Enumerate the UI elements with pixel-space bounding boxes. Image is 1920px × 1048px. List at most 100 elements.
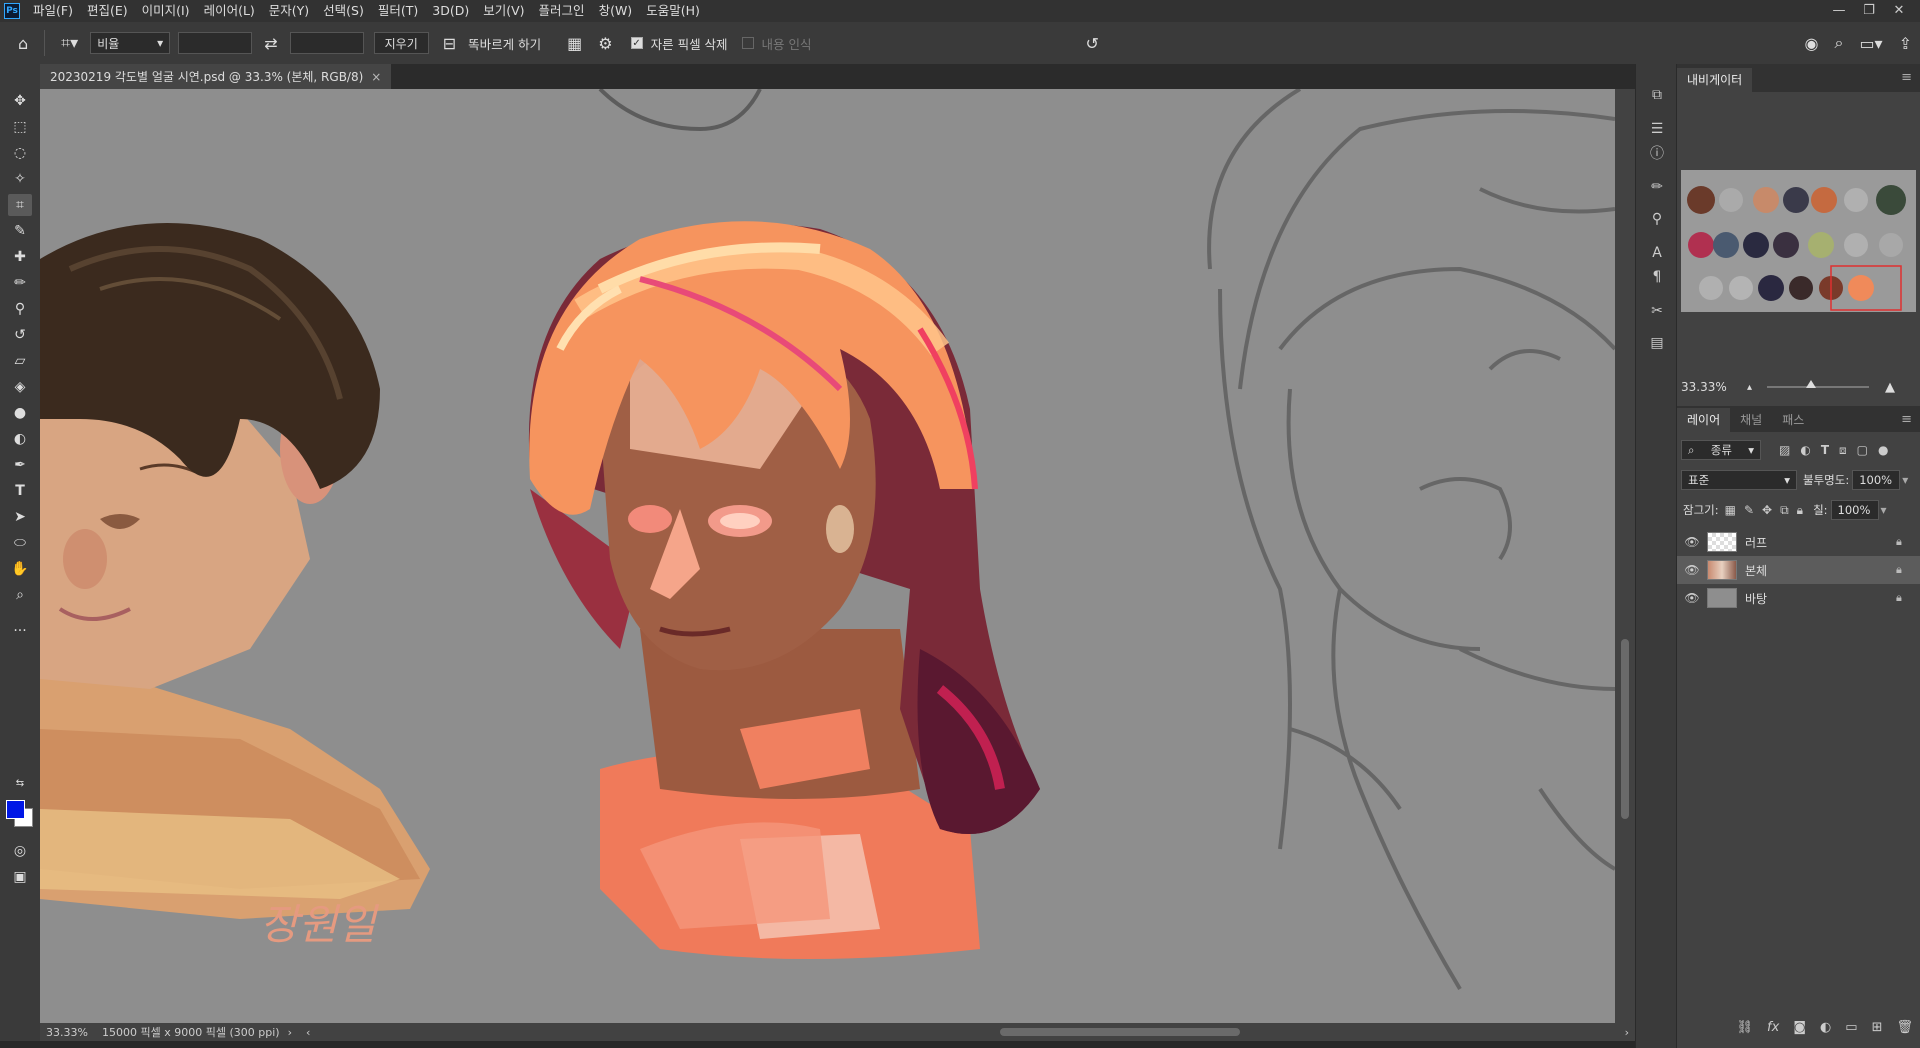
crop-tool-icon[interactable]: ⌗ <box>8 194 32 216</box>
blend-mode-select[interactable]: 표준 ▾ <box>1681 470 1797 490</box>
horizontal-scrollbar-thumb[interactable] <box>1000 1028 1240 1036</box>
menu-select[interactable]: 선택(S) <box>316 0 371 22</box>
layer-style-icon[interactable]: fx <box>1767 1020 1779 1035</box>
delete-layer-icon[interactable]: 🗑︎ <box>1896 1020 1913 1035</box>
content-aware-checkbox[interactable]: ✓ <box>741 37 754 49</box>
magic-wand-tool-icon[interactable]: ✧ <box>8 168 32 190</box>
tab-channels[interactable]: 채널 <box>1730 408 1772 432</box>
filter-adjustment-icon[interactable]: ◐ <box>1800 443 1810 457</box>
document-tab[interactable]: 20230219 각도별 얼굴 시연.psd @ 33.3% (본체, RGB/… <box>40 64 392 89</box>
eraser-tool-icon[interactable]: ▱ <box>8 350 32 372</box>
character-panel-icon[interactable]: A <box>1646 242 1668 264</box>
tab-layers[interactable]: 레이어 <box>1677 408 1731 432</box>
foreground-color-swatch[interactable] <box>6 800 25 819</box>
quick-mask-icon[interactable]: ◎ <box>8 840 32 862</box>
menu-layer[interactable]: 레이어(L) <box>197 0 262 22</box>
new-group-icon[interactable]: ▭ <box>1845 1020 1857 1035</box>
path-selection-tool-icon[interactable]: ➤ <box>8 506 32 528</box>
layer-row[interactable]: 👁︎ 바탕 🔒︎ <box>1677 584 1920 612</box>
menu-image[interactable]: 이미지(I) <box>135 0 197 22</box>
menu-help[interactable]: 도움말(H) <box>639 0 707 22</box>
visibility-eye-icon[interactable]: 👁︎ <box>1677 591 1707 605</box>
move-tool-icon[interactable]: ✥ <box>8 90 32 112</box>
status-zoom[interactable]: 33.33% <box>46 1026 94 1039</box>
search-icon[interactable]: ⌕ <box>1834 33 1843 53</box>
restore-button[interactable]: ❐ <box>1854 0 1884 22</box>
tab-paths[interactable]: 패스 <box>1772 408 1814 432</box>
menu-3d[interactable]: 3D(D) <box>425 0 476 22</box>
marquee-tool-icon[interactable]: ⬚ <box>8 116 32 138</box>
opacity-input[interactable]: 100% <box>1852 470 1901 490</box>
ratio-select[interactable]: 비율 ▾ <box>90 32 171 54</box>
layer-row[interactable]: 👁︎ 러프 🔒︎ <box>1677 528 1920 556</box>
close-tab-icon[interactable]: × <box>371 70 381 84</box>
filter-type-icon[interactable]: T <box>1821 443 1829 457</box>
layers-panel-menu-icon[interactable]: ≡ <box>1901 412 1912 427</box>
pen-tool-icon[interactable]: ✒ <box>8 454 32 476</box>
filter-shape-icon[interactable]: ⧈ <box>1839 443 1847 458</box>
straighten-icon[interactable]: ⊟ <box>443 34 456 53</box>
filter-toggle-icon[interactable]: ● <box>1878 443 1888 457</box>
shape-tool-icon[interactable]: ⬭ <box>8 532 32 554</box>
lock-transparent-icon[interactable]: ▦ <box>1725 503 1736 517</box>
menu-type[interactable]: 문자(Y) <box>262 0 316 22</box>
zoom-in-icon[interactable]: ▲ <box>1885 380 1895 395</box>
gear-icon[interactable]: ⚙ <box>598 34 612 53</box>
layer-filter-select[interactable]: ⌕ 종류 ▾ <box>1681 440 1761 460</box>
zoom-tool-icon[interactable]: ⌕ <box>8 584 32 606</box>
eyedropper-tool-icon[interactable]: ✎ <box>8 220 32 242</box>
link-layers-icon[interactable]: ⛓ <box>1737 1020 1754 1035</box>
paint-bucket-tool-icon[interactable]: ◈ <box>8 376 32 398</box>
lock-image-icon[interactable]: ✎ <box>1744 503 1754 517</box>
clone-stamp-tool-icon[interactable]: ⚲ <box>8 298 32 320</box>
swap-colors-icon[interactable]: ⇆ <box>8 772 32 794</box>
adjustments-panel-icon[interactable]: ☰ <box>1646 118 1668 140</box>
menu-file[interactable]: 파일(F) <box>26 0 80 22</box>
lock-position-icon[interactable]: ✥ <box>1762 503 1772 517</box>
visibility-eye-icon[interactable]: 👁︎ <box>1677 563 1707 577</box>
layer-row-selected[interactable]: 👁︎ 본체 🔒︎ <box>1677 556 1920 584</box>
history-brush-tool-icon[interactable]: ↺ <box>8 324 32 346</box>
healing-brush-tool-icon[interactable]: ✚ <box>8 246 32 268</box>
more-tools-icon[interactable]: ··· <box>8 620 32 642</box>
lasso-tool-icon[interactable]: ◌ <box>8 142 32 164</box>
panel-menu-icon[interactable]: ≡ <box>1901 70 1912 85</box>
lock-all-icon[interactable]: 🔒︎ <box>1797 503 1803 518</box>
filter-pixel-icon[interactable]: ▨ <box>1779 443 1790 457</box>
width-input[interactable] <box>178 32 253 54</box>
paragraph-panel-icon[interactable]: ¶ <box>1646 266 1668 288</box>
crop-tool-preset-icon[interactable]: ⌗▾ <box>61 33 78 53</box>
swap-icon[interactable]: ⇄ <box>264 34 277 53</box>
new-adjustment-layer-icon[interactable]: ◐ <box>1820 1020 1831 1035</box>
status-info-arrow-icon[interactable]: › <box>288 1026 292 1039</box>
history-panel-icon[interactable]: ⧉ <box>1646 84 1668 106</box>
fill-input[interactable]: 100% <box>1830 500 1879 520</box>
clone-source-panel-icon[interactable]: ⚲ <box>1646 208 1668 230</box>
minimize-button[interactable]: — <box>1824 0 1854 22</box>
scroll-left-icon[interactable]: ‹ <box>306 1026 310 1039</box>
share-icon[interactable]: ⇪ <box>1899 34 1912 53</box>
clear-button[interactable]: 지우기 <box>373 32 429 54</box>
close-button[interactable]: ✕ <box>1884 0 1914 22</box>
blur-tool-icon[interactable]: ● <box>8 402 32 424</box>
new-layer-icon[interactable]: ⊞ <box>1872 1020 1883 1035</box>
brushes-panel-icon[interactable]: ✏ <box>1646 176 1668 198</box>
layer-name[interactable]: 러프 <box>1745 534 1896 551</box>
visibility-eye-icon[interactable]: 👁︎ <box>1677 535 1707 549</box>
info-panel-icon[interactable]: ⓘ <box>1646 142 1668 164</box>
lock-artboard-icon[interactable]: ⧉ <box>1780 503 1789 518</box>
canvas[interactable]: 장원일 <box>40 89 1615 1023</box>
libraries-panel-icon[interactable]: ▤ <box>1646 332 1668 354</box>
navigator-zoom-knob[interactable] <box>1806 380 1816 388</box>
overlay-grid-icon[interactable]: ▦ <box>567 34 582 53</box>
delete-cropped-checkbox[interactable]: ✓ <box>630 37 643 49</box>
zoom-out-icon[interactable]: ▴ <box>1747 382 1752 393</box>
fill-chevron-icon[interactable]: ▾ <box>1881 503 1887 517</box>
vertical-scrollbar-thumb[interactable] <box>1621 639 1629 819</box>
menu-plugins[interactable]: 플러그인 <box>532 0 592 22</box>
brush-tool-icon[interactable]: ✏ <box>8 272 32 294</box>
navigator-zoom-value[interactable]: 33.33% <box>1681 380 1727 394</box>
vertical-scrollbar[interactable] <box>1615 89 1635 1023</box>
home-icon[interactable]: ⌂ <box>18 34 28 53</box>
hand-tool-icon[interactable]: ✋ <box>8 558 32 580</box>
